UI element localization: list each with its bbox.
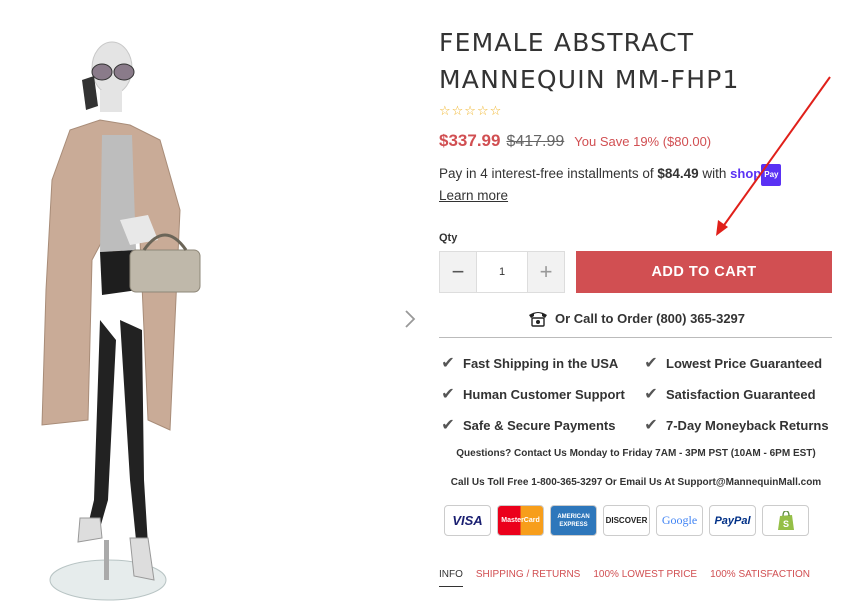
feature-label: Satisfaction Guaranteed (666, 386, 816, 402)
payment-icons: VISA MasterCard AMERICAN EXPRESS DISCOVE… (444, 505, 833, 536)
features-list: ✔ Fast Shipping in the USA ✔ Lowest Price … (439, 354, 833, 434)
qty-input[interactable] (477, 252, 527, 292)
visa-icon: VISA (444, 505, 491, 536)
section-divider (439, 337, 832, 338)
mastercard-icon: MasterCard (497, 505, 544, 536)
original-price: $417.99 (506, 133, 565, 150)
cart-row: − + ADD TO CART (439, 251, 833, 293)
product-title: FEMALE ABSTRACT MANNEQUIN MM-FHP1 (439, 24, 833, 98)
sale-price: $337.99 (439, 131, 501, 150)
call-to-order-text: Or Call to Order (800) 365-3297 (554, 310, 746, 326)
svg-text:S: S (782, 519, 788, 529)
feature-item: ✔ Fast Shipping in the USA (439, 354, 642, 372)
chevron-right-icon (405, 310, 416, 328)
learn-more-link[interactable]: Learn more (439, 188, 508, 203)
qty-decrease-button[interactable]: − (440, 252, 477, 292)
installments-suffix: with (698, 166, 731, 181)
feature-item: ✔ Safe & Secure Payments (439, 416, 642, 434)
checkmark-icon: ✔ (441, 417, 455, 434)
rating-stars[interactable]: ☆☆☆☆☆ (439, 103, 833, 119)
feature-item: ✔ Lowest Price Guaranteed (642, 354, 832, 372)
support-contact: Call Us Toll Free 1-800-365-3297 Or Emai… (450, 477, 822, 488)
tab-lowest-price[interactable]: 100% LOWEST PRICE (593, 569, 697, 587)
tab-shipping-returns[interactable]: SHIPPING / RETURNS (476, 569, 580, 587)
savings-text: You Save 19% ($80.00) (574, 134, 712, 149)
shop-pay-badge: Pay (761, 164, 782, 186)
feature-item: ✔ Satisfaction Guaranteed (642, 385, 832, 403)
product-title-line-2: MANNEQUIN MM-FHP1 (439, 65, 740, 94)
product-gallery (0, 0, 430, 607)
feature-item: ✔ 7-Day Moneyback Returns (642, 416, 832, 434)
tab-satisfaction[interactable]: 100% SATISFACTION (710, 569, 810, 587)
quantity-stepper: − + (439, 251, 565, 293)
product-title-line-1: FEMALE ABSTRACT (439, 28, 695, 57)
price-row: $337.99 $417.99 You Save 19% ($80.00) (439, 131, 833, 151)
qty-increase-button[interactable]: + (527, 252, 564, 292)
checkmark-icon: ✔ (644, 355, 658, 372)
support-hours: Questions? Contact Us Monday to Friday 7… (456, 448, 816, 459)
feature-label: Safe & Secure Payments (463, 417, 616, 433)
paypal-icon: PayPal (709, 505, 756, 536)
tab-info[interactable]: INFO (439, 569, 463, 587)
product-image-mannequin[interactable] (30, 40, 230, 606)
add-to-cart-button[interactable]: ADD TO CART (576, 251, 832, 293)
checkmark-icon: ✔ (441, 355, 455, 372)
installment-amount: $84.49 (657, 166, 699, 181)
installments-text: Pay in 4 interest-free installments of $… (439, 164, 833, 206)
shopify-icon: S (762, 505, 809, 536)
checkmark-icon: ✔ (644, 417, 658, 434)
feature-label: 7-Day Moneyback Returns (666, 417, 829, 433)
installments-prefix: Pay in 4 interest-free installments of (439, 166, 658, 181)
product-info: FEMALE ABSTRACT MANNEQUIN MM-FHP1 ☆☆☆☆☆ … (439, 0, 833, 587)
feature-label: Human Customer Support (463, 386, 625, 402)
telephone-icon (528, 312, 547, 327)
google-icon: Google (656, 505, 703, 536)
product-tabs: INFO SHIPPING / RETURNS 100% LOWEST PRIC… (439, 569, 833, 587)
checkmark-icon: ✔ (441, 386, 455, 403)
feature-label: Fast Shipping in the USA (463, 355, 619, 371)
gallery-next-arrow[interactable] (400, 306, 420, 332)
amex-icon: AMERICAN EXPRESS (550, 505, 597, 536)
feature-label: Lowest Price Guaranteed (666, 355, 823, 371)
feature-item: ✔ Human Customer Support (439, 385, 642, 403)
shopify-bag-icon: S (777, 510, 794, 530)
discover-icon: DISCOVER (603, 505, 650, 536)
qty-label: Qty (439, 232, 458, 244)
shop-pay-logo: shop (730, 166, 762, 181)
checkmark-icon: ✔ (644, 386, 658, 403)
call-to-order[interactable]: Or Call to Order (800) 365-3297 (439, 307, 833, 329)
